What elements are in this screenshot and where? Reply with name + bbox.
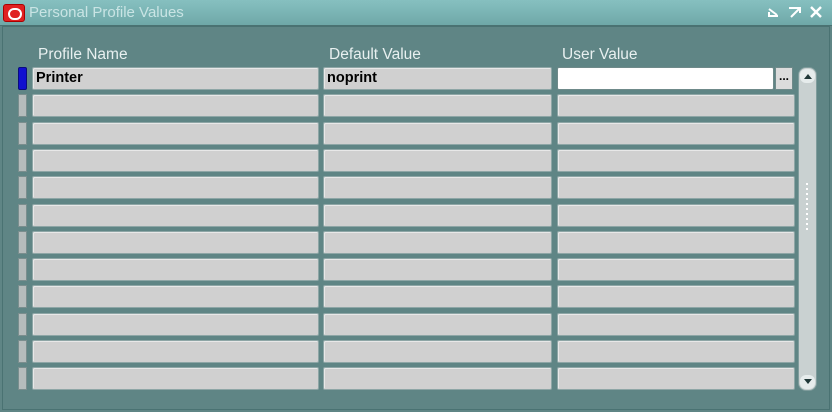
profile-name-cell[interactable] bbox=[32, 122, 319, 145]
default-value-cell[interactable] bbox=[323, 176, 552, 199]
default-value-cell[interactable] bbox=[323, 122, 552, 145]
close-icon[interactable] bbox=[807, 3, 825, 21]
profile-name-cell[interactable] bbox=[32, 204, 319, 227]
column-header-default-value: Default Value bbox=[329, 46, 421, 63]
user-value-field[interactable] bbox=[557, 231, 795, 254]
user-value-field[interactable] bbox=[557, 67, 774, 90]
record-indicator[interactable] bbox=[18, 204, 27, 227]
record-indicator[interactable] bbox=[18, 149, 27, 172]
profile-name-cell[interactable] bbox=[32, 340, 319, 363]
user-value-field[interactable] bbox=[557, 313, 795, 336]
profile-name-cell[interactable] bbox=[32, 231, 319, 254]
list-of-values-button[interactable]: ... bbox=[775, 67, 793, 90]
profile-name-cell[interactable] bbox=[32, 313, 319, 336]
default-value-cell[interactable] bbox=[323, 258, 552, 281]
user-value-field[interactable] bbox=[557, 285, 795, 308]
user-value-field[interactable] bbox=[557, 340, 795, 363]
user-value-field[interactable] bbox=[557, 176, 795, 199]
oracle-app-icon bbox=[3, 4, 25, 22]
record-indicator[interactable] bbox=[18, 231, 27, 254]
window-title: Personal Profile Values bbox=[29, 4, 184, 21]
profile-name-cell[interactable] bbox=[32, 176, 319, 199]
default-value-cell[interactable] bbox=[323, 231, 552, 254]
default-value-cell[interactable] bbox=[323, 313, 552, 336]
user-value-field[interactable] bbox=[557, 122, 795, 145]
profile-name-cell[interactable]: Printer bbox=[32, 67, 319, 90]
record-indicator[interactable] bbox=[18, 285, 27, 308]
user-value-field[interactable] bbox=[557, 149, 795, 172]
record-indicator[interactable] bbox=[18, 340, 27, 363]
record-indicator[interactable] bbox=[18, 176, 27, 199]
profile-name-cell[interactable] bbox=[32, 285, 319, 308]
record-indicator[interactable] bbox=[18, 367, 27, 390]
default-value-cell[interactable] bbox=[323, 204, 552, 227]
minimize-icon[interactable] bbox=[765, 3, 783, 21]
default-value-cell[interactable] bbox=[323, 367, 552, 390]
record-indicator[interactable] bbox=[18, 313, 27, 336]
title-bar[interactable]: Personal Profile Values bbox=[0, 0, 832, 26]
default-value-cell[interactable] bbox=[323, 285, 552, 308]
record-indicator[interactable] bbox=[18, 94, 27, 117]
default-value-cell[interactable] bbox=[323, 94, 552, 117]
user-value-field[interactable] bbox=[557, 367, 795, 390]
user-value-field[interactable] bbox=[557, 94, 795, 117]
scroll-down-icon[interactable] bbox=[800, 375, 815, 389]
user-value-field[interactable] bbox=[557, 204, 795, 227]
profile-name-cell[interactable] bbox=[32, 258, 319, 281]
current-record-indicator[interactable] bbox=[18, 67, 27, 90]
default-value-cell[interactable] bbox=[323, 149, 552, 172]
maximize-icon[interactable] bbox=[786, 3, 804, 21]
record-indicator[interactable] bbox=[18, 258, 27, 281]
default-value-cell[interactable]: noprint bbox=[323, 67, 552, 90]
profile-name-cell[interactable] bbox=[32, 367, 319, 390]
column-header-user-value: User Value bbox=[562, 46, 638, 63]
profile-window: Personal Profile Values Profile Name Def… bbox=[0, 0, 832, 412]
profile-name-cell[interactable] bbox=[32, 149, 319, 172]
default-value-cell[interactable] bbox=[323, 340, 552, 363]
record-indicator[interactable] bbox=[18, 122, 27, 145]
column-header-profile-name: Profile Name bbox=[38, 46, 128, 63]
scroll-thumb-grip[interactable] bbox=[801, 180, 814, 260]
scroll-up-icon[interactable] bbox=[800, 69, 815, 83]
profile-name-cell[interactable] bbox=[32, 94, 319, 117]
user-value-field[interactable] bbox=[557, 258, 795, 281]
vertical-scrollbar[interactable] bbox=[798, 67, 817, 391]
